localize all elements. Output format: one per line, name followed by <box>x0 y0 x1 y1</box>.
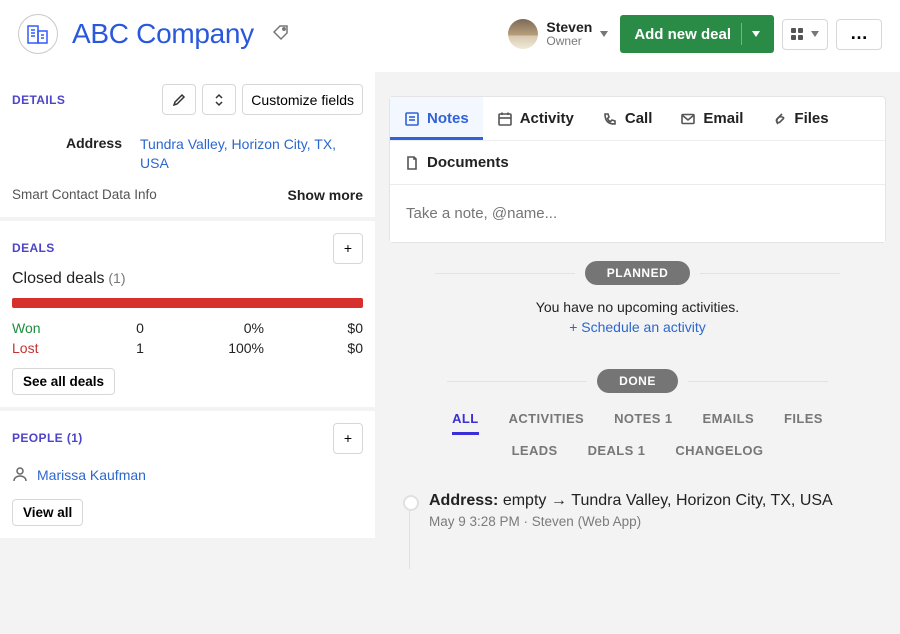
add-deal-button[interactable]: Add new deal <box>620 15 774 53</box>
tab-notes[interactable]: Notes <box>390 97 483 140</box>
sort-icon <box>212 93 226 107</box>
user-name: Steven <box>546 19 592 35</box>
people-section: PEOPLE (1) <box>12 431 83 445</box>
tab-call[interactable]: Call <box>588 97 667 140</box>
details-section: DETAILS <box>12 93 65 107</box>
user-menu[interactable]: Steven Owner <box>506 17 612 51</box>
customize-fields-button[interactable]: Customize fields <box>242 84 363 115</box>
reorder-button[interactable] <box>202 84 236 115</box>
tab-email[interactable]: Email <box>666 97 757 140</box>
person-link[interactable]: Marissa Kaufman <box>12 466 363 485</box>
view-all-people-button[interactable]: View all <box>12 499 83 526</box>
user-role: Owner <box>546 35 592 49</box>
page-title[interactable]: ABC Company <box>72 18 254 50</box>
note-input[interactable] <box>390 184 885 242</box>
content: DETAILS Customize fields Address Tundra … <box>0 72 900 542</box>
tab-files[interactable]: Files <box>757 97 842 140</box>
filter-leads[interactable]: LEADS <box>512 443 558 464</box>
tab-activity[interactable]: Activity <box>483 97 588 140</box>
deal-bar <box>12 298 363 308</box>
edit-details-button[interactable] <box>162 84 196 115</box>
won-label: Won <box>12 320 86 336</box>
changelog-entry: Address: empty → Tundra Valley, Horizon … <box>389 492 886 529</box>
tab-documents[interactable]: Documents <box>390 141 523 184</box>
add-deal-label: Add new deal <box>634 26 731 43</box>
dots-icon <box>850 26 868 42</box>
caret-down-icon <box>811 31 819 37</box>
filter-files[interactable]: FILES <box>784 411 823 435</box>
add-person-button[interactable]: + <box>333 423 363 454</box>
lost-label: Lost <box>12 340 86 356</box>
header: ABC Company Steven Owner Add new deal <box>0 0 900 72</box>
schedule-activity-link[interactable]: + Schedule an activity <box>389 319 886 335</box>
org-icon <box>18 14 58 54</box>
more-button[interactable] <box>836 19 882 50</box>
caret-down-icon <box>600 31 608 37</box>
avatar <box>508 19 538 49</box>
address-value[interactable]: Tundra Valley, Horizon City, TX, USA <box>140 135 363 173</box>
no-activities-text: You have no upcoming activities. <box>389 299 886 315</box>
filter-notes[interactable]: NOTES1 <box>614 411 672 435</box>
add-deal-icon-button[interactable]: + <box>333 233 363 264</box>
filter-emails[interactable]: EMAILS <box>703 411 755 435</box>
person-icon <box>12 466 28 485</box>
show-more-button[interactable]: Show more <box>288 187 363 203</box>
tag-icon[interactable] <box>272 24 290 45</box>
apps-icon <box>791 28 803 40</box>
see-all-deals-button[interactable]: See all deals <box>12 368 115 395</box>
address-label: Address <box>12 135 122 173</box>
closed-deals-count: (1) <box>108 270 125 286</box>
deals-section: DEALS <box>12 241 55 255</box>
filter-activities[interactable]: ACTIVITIES <box>509 411 585 435</box>
apps-button[interactable] <box>782 19 828 50</box>
pencil-icon <box>172 93 186 107</box>
smart-contact-info: Smart Contact Data Info <box>12 187 157 202</box>
filter-deals[interactable]: DEALS1 <box>588 443 646 464</box>
done-pill: DONE <box>597 369 678 393</box>
planned-pill: PLANNED <box>585 261 691 285</box>
caret-down-icon <box>752 31 760 37</box>
filter-changelog[interactable]: CHANGELOG <box>675 443 763 464</box>
closed-deals-label: Closed deals <box>12 270 105 287</box>
filter-all[interactable]: ALL <box>452 411 478 435</box>
